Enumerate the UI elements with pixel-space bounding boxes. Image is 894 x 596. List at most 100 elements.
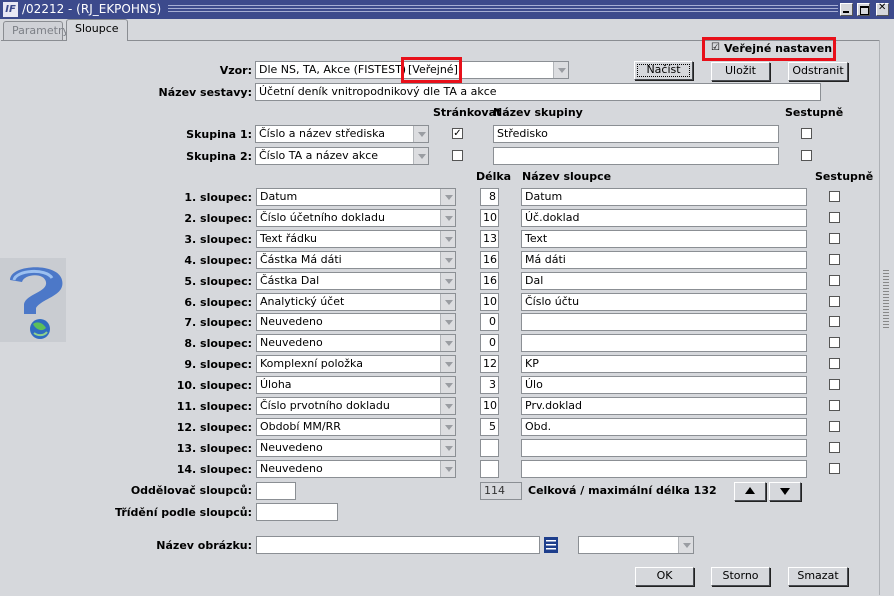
column-select[interactable]: Datum bbox=[256, 188, 456, 206]
chevron-down-icon[interactable] bbox=[440, 398, 455, 414]
chevron-down-icon[interactable] bbox=[440, 251, 455, 268]
list-icon[interactable] bbox=[544, 537, 558, 553]
column-desc-checkbox[interactable] bbox=[829, 191, 840, 202]
column-desc-checkbox[interactable] bbox=[829, 400, 840, 411]
tab-parametry[interactable]: Parametry bbox=[3, 21, 69, 41]
column-length-input[interactable]: 12 bbox=[480, 355, 499, 374]
save-button[interactable]: Uložit bbox=[711, 62, 770, 81]
column-name-input[interactable]: Obd. bbox=[521, 417, 807, 436]
chevron-down-icon[interactable] bbox=[440, 418, 455, 435]
column-name-input[interactable]: Text bbox=[521, 229, 807, 248]
column-name-input[interactable]: Úlo bbox=[521, 376, 807, 395]
chevron-down-icon[interactable] bbox=[440, 335, 455, 352]
column-desc-checkbox[interactable] bbox=[829, 379, 840, 391]
column-select[interactable]: Neuvedeno bbox=[256, 313, 456, 332]
sorting-input[interactable] bbox=[256, 503, 338, 521]
image-name-input[interactable] bbox=[256, 536, 540, 554]
column-name-input[interactable]: Datum bbox=[521, 188, 807, 206]
column-select[interactable]: Období MM/RR bbox=[256, 417, 456, 436]
column-desc-checkbox[interactable] bbox=[829, 358, 840, 370]
column-select[interactable]: Číslo prvotního dokladu bbox=[256, 397, 456, 415]
column-select[interactable]: Částka Dal bbox=[256, 271, 456, 290]
group-desc-checkbox[interactable] bbox=[801, 150, 812, 161]
chevron-down-icon[interactable] bbox=[440, 439, 455, 456]
column-length-input[interactable] bbox=[480, 459, 499, 478]
group-select[interactable]: Číslo a název střediska bbox=[255, 125, 429, 143]
column-name-input[interactable] bbox=[521, 459, 807, 478]
column-desc-checkbox[interactable] bbox=[829, 295, 840, 307]
column-desc-checkbox[interactable] bbox=[829, 232, 840, 244]
column-desc-checkbox[interactable] bbox=[829, 274, 840, 286]
chevron-down-icon[interactable] bbox=[440, 189, 455, 205]
cancel-button[interactable]: Storno bbox=[711, 567, 770, 586]
column-length-input[interactable]: 5 bbox=[480, 417, 499, 436]
report-name-input[interactable]: Účetní deník vnitropodnikový dle TA a ak… bbox=[255, 83, 821, 101]
column-length-input[interactable]: 10 bbox=[480, 292, 499, 311]
chevron-down-icon[interactable] bbox=[440, 314, 455, 331]
column-select[interactable]: Neuvedeno bbox=[256, 459, 456, 478]
column-name-input[interactable]: Dal bbox=[521, 271, 807, 290]
column-select[interactable]: Částka Má dáti bbox=[256, 250, 456, 269]
tab-sloupce[interactable]: Sloupce bbox=[66, 19, 128, 41]
column-name-input[interactable] bbox=[521, 334, 807, 353]
group-name-input[interactable] bbox=[493, 147, 779, 165]
group-select[interactable]: Číslo TA a název akce bbox=[255, 147, 429, 165]
chevron-down-icon[interactable] bbox=[553, 62, 568, 78]
ok-button[interactable]: OK bbox=[635, 567, 694, 586]
column-name-input[interactable]: KP bbox=[521, 355, 807, 374]
group-paging-checkbox[interactable]: ✓ bbox=[452, 128, 463, 139]
column-desc-checkbox[interactable] bbox=[829, 441, 840, 453]
column-length-input[interactable]: 0 bbox=[480, 334, 499, 353]
chevron-down-icon[interactable] bbox=[678, 537, 693, 553]
chevron-down-icon[interactable] bbox=[440, 272, 455, 289]
chevron-down-icon[interactable] bbox=[413, 148, 428, 164]
column-select[interactable]: Neuvedeno bbox=[256, 438, 456, 457]
delete-button[interactable]: Smazat bbox=[788, 567, 848, 586]
column-select[interactable]: Komplexní položka bbox=[256, 355, 456, 374]
vertical-scrollbar[interactable] bbox=[879, 40, 893, 595]
image-type-select[interactable] bbox=[578, 536, 694, 554]
load-button[interactable]: Načíst bbox=[634, 61, 693, 80]
minimize-button[interactable] bbox=[840, 3, 853, 16]
column-name-input[interactable] bbox=[521, 313, 807, 332]
column-length-input[interactable]: 13 bbox=[480, 229, 499, 248]
maximize-button[interactable] bbox=[857, 3, 870, 16]
column-name-input[interactable] bbox=[521, 438, 807, 457]
column-desc-checkbox[interactable] bbox=[829, 462, 840, 474]
chevron-down-icon[interactable] bbox=[413, 126, 428, 142]
column-select[interactable]: Analytický účet bbox=[256, 292, 456, 311]
column-name-input[interactable]: Prv.doklad bbox=[521, 397, 807, 415]
column-length-input[interactable]: 16 bbox=[480, 271, 499, 290]
separator-input[interactable] bbox=[256, 482, 296, 500]
chevron-down-icon[interactable] bbox=[440, 377, 455, 394]
column-select[interactable]: Neuvedeno bbox=[256, 334, 456, 353]
column-length-input[interactable]: 10 bbox=[480, 208, 499, 227]
column-select[interactable]: Text řádku bbox=[256, 229, 456, 248]
chevron-down-icon[interactable] bbox=[440, 209, 455, 226]
column-select[interactable]: Číslo účetního dokladu bbox=[256, 208, 456, 227]
column-desc-checkbox[interactable] bbox=[829, 253, 840, 265]
column-select[interactable]: Úloha bbox=[256, 376, 456, 395]
column-desc-checkbox[interactable] bbox=[829, 211, 840, 223]
column-length-input[interactable]: 16 bbox=[480, 250, 499, 269]
move-up-button[interactable] bbox=[734, 482, 766, 501]
scrollbar-grip[interactable] bbox=[883, 270, 889, 330]
column-desc-checkbox[interactable] bbox=[829, 337, 840, 349]
chevron-down-icon[interactable] bbox=[440, 356, 455, 373]
remove-button[interactable]: Odstranit bbox=[788, 62, 848, 81]
column-length-input[interactable]: 0 bbox=[480, 313, 499, 332]
column-length-input[interactable]: 8 bbox=[480, 188, 499, 206]
move-down-button[interactable] bbox=[769, 482, 801, 501]
chevron-down-icon[interactable] bbox=[440, 293, 455, 310]
group-paging-checkbox[interactable] bbox=[452, 150, 463, 161]
column-name-input[interactable]: Má dáti bbox=[521, 250, 807, 269]
close-button[interactable] bbox=[876, 2, 889, 16]
column-name-input[interactable]: Číslo účtu bbox=[521, 292, 807, 311]
column-length-input[interactable]: 10 bbox=[480, 397, 499, 415]
column-desc-checkbox[interactable] bbox=[829, 316, 840, 328]
group-desc-checkbox[interactable] bbox=[801, 128, 812, 139]
column-length-input[interactable]: 3 bbox=[480, 376, 499, 395]
column-desc-checkbox[interactable] bbox=[829, 420, 840, 432]
chevron-down-icon[interactable] bbox=[440, 460, 455, 477]
group-name-input[interactable]: Středisko bbox=[493, 125, 779, 143]
